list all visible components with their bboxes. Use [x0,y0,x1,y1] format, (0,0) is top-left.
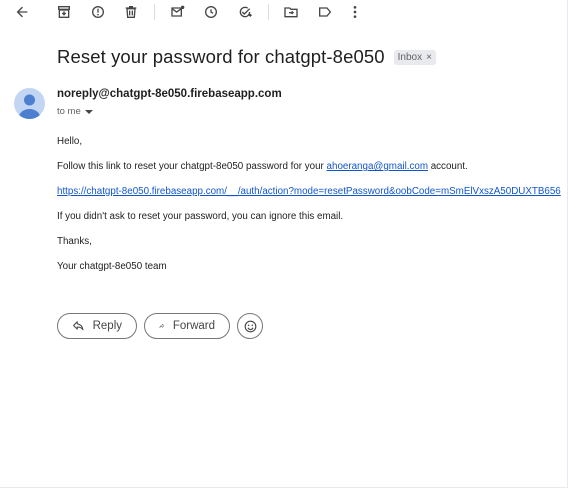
email-subject: Reset your password for chatgpt-8e050 [57,46,385,67]
account-email-link[interactable]: ahoeranga@gmail.com [327,161,428,172]
greeting: Hello, [57,136,83,147]
archive-icon[interactable] [54,2,74,22]
instruction-prefix: Follow this link to reset your chatgpt-8… [57,161,327,172]
reply-icon [73,321,84,331]
move-to-icon[interactable] [281,2,301,22]
label-icon[interactable] [315,2,335,22]
forward-icon [159,323,165,328]
sender-address: noreply@chatgpt-8e050.firebaseapp.com [57,88,282,100]
delete-icon[interactable] [121,2,141,22]
add-task-icon[interactable] [235,2,255,22]
email-view: Reset your password for chatgpt-8e050 In… [0,0,568,488]
recipient-details-toggle[interactable]: to me [57,106,93,117]
forward-label: Forward [172,320,215,332]
instruction-line: Follow this link to reset your chatgpt-8… [57,161,468,172]
email-toolbar [0,0,568,26]
more-vert-icon[interactable] [345,2,365,22]
avatar [14,88,45,119]
subject-row: Reset your password for chatgpt-8e050 In… [57,44,436,70]
mark-unread-icon[interactable] [168,2,188,22]
reply-button[interactable]: Reply [57,313,137,339]
toolbar-divider [154,4,155,20]
instruction-suffix: account. [427,161,468,172]
caret-down-icon [84,109,93,114]
ignore-notice: If you didn't ask to reset your password… [57,211,344,222]
email-actions: Reply Forward [57,313,263,339]
report-spam-icon[interactable] [88,2,108,22]
remove-label-button[interactable]: × [426,52,432,63]
signature: Your chatgpt-8e050 team [57,261,167,272]
reply-label: Reply [92,320,122,332]
snooze-icon[interactable] [201,2,221,22]
back-arrow-icon[interactable] [12,2,32,22]
inbox-label-chip: Inbox × [393,49,436,65]
default-avatar-icon [18,94,41,119]
emoji-icon [244,320,256,332]
toolbar-divider [268,4,269,20]
sign-off: Thanks, [57,236,92,247]
forward-button[interactable]: Forward [144,313,230,339]
recipient-label: to me [57,106,81,117]
react-emoji-button[interactable] [237,313,263,339]
reset-password-link[interactable]: https://chatgpt-8e050.firebaseapp.com/__… [57,186,561,197]
inbox-label-text: Inbox [397,51,423,63]
